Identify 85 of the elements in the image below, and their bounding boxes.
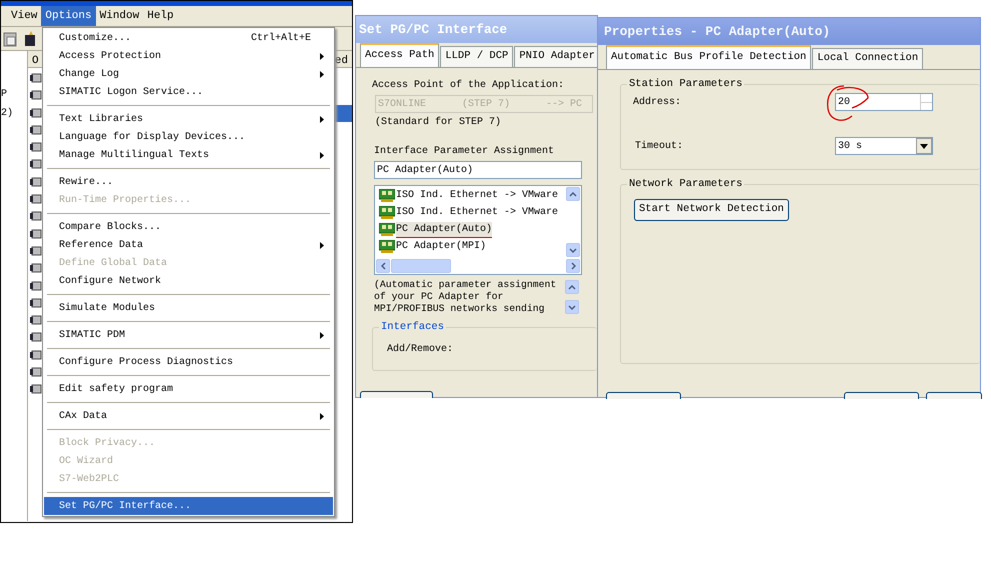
menu-item[interactable]: Change Log	[44, 65, 333, 83]
menu-item[interactable]: Access Protection	[44, 47, 333, 65]
block-icon	[30, 158, 42, 170]
menu-item[interactable]: Configure Network	[44, 272, 333, 290]
list-item[interactable]: ISO Ind. Ethernet -> VMware	[396, 205, 558, 220]
column-header[interactable]: ed	[334, 53, 348, 65]
note-text: (Standard for STEP 7)	[375, 116, 502, 130]
tab[interactable]: LLDP / DCP	[440, 46, 514, 67]
menu-item[interactable]: Edit safety program	[44, 380, 333, 398]
scroll-right-button[interactable]	[566, 259, 580, 273]
block-icon	[30, 89, 42, 102]
menu-item[interactable]: Reference Data	[44, 236, 333, 254]
block-icon	[30, 210, 42, 222]
window-title: Set PG/PC Interface	[356, 16, 597, 43]
tab[interactable]: Access Path	[360, 43, 440, 67]
block-icon	[30, 141, 42, 154]
address-spin-field[interactable]: 20	[835, 93, 933, 111]
menu-item[interactable]: View	[7, 6, 42, 26]
scroll-up-button[interactable]	[565, 280, 579, 294]
menu-item[interactable]: Configure Process Diagnostics	[44, 353, 333, 371]
field-label: Access Point of the Application:	[372, 78, 566, 93]
menu-item[interactable]: Rewire...	[44, 173, 333, 191]
menu-item[interactable]: CAx Data	[44, 407, 333, 425]
menu-item[interactable]: Compare Blocks...	[44, 218, 333, 236]
menu-item[interactable]: Text Libraries	[44, 110, 333, 128]
menu-item[interactable]: Help	[143, 6, 178, 26]
list-item[interactable]: ISO Ind. Ethernet -> VMware	[396, 188, 558, 203]
block-icon	[30, 331, 42, 344]
block-icon	[30, 280, 42, 292]
menu-item[interactable]: Options	[41, 6, 96, 26]
menu-item[interactable]: Customize... Ctrl+Alt+E	[44, 29, 333, 47]
wizard-icon[interactable]	[25, 30, 35, 46]
tree-item[interactable]: 2)	[1, 106, 27, 121]
block-icon	[30, 72, 42, 84]
scroll-left-button[interactable]	[376, 259, 390, 273]
dialog-button[interactable]	[606, 392, 681, 399]
field-label: Interface Parameter Assignment	[374, 144, 556, 159]
scroll-up-button[interactable]	[566, 187, 580, 201]
dialog-button[interactable]	[844, 392, 919, 399]
window-title: Properties - PC Adapter(Auto)	[598, 18, 980, 45]
menu-item[interactable]: Simulate Modules	[44, 299, 333, 317]
tab[interactable]: Automatic Bus Profile Detection	[606, 45, 812, 69]
menu-item[interactable]: Set PG/PC Interface...	[44, 497, 333, 515]
menu-item[interactable]: Window	[96, 6, 144, 26]
block-icon	[30, 244, 42, 257]
tab[interactable]: PNIO Adapter	[514, 46, 600, 67]
tab[interactable]: Local Connection	[812, 48, 924, 69]
network-card-icon	[379, 206, 395, 219]
block-icon	[30, 228, 42, 240]
dialog-button[interactable]	[926, 392, 982, 399]
list-item[interactable]: PC Adapter(Auto)	[396, 222, 492, 238]
network-card-icon	[379, 189, 395, 202]
timeout-dropdown[interactable]: 30 s	[835, 137, 933, 155]
interface-list[interactable]: ISO Ind. Ethernet -> VMware ISO Ind. Ethernet -> VMware PC Adapter(Auto) PC Adapter(MPI)	[374, 185, 582, 275]
menu-item[interactable]: SIMATIC Logon Service...	[44, 83, 333, 101]
description-text: (Automatic parameter assignment of your PC Adapter for MPI/PROFIBUS networks sending	[374, 279, 558, 315]
block-icon	[30, 262, 42, 274]
menu-item[interactable]: Manage Multilingual Texts	[44, 146, 333, 164]
scrollbar-thumb[interactable]	[391, 259, 451, 273]
block-icon	[30, 383, 42, 396]
block-icon	[30, 348, 42, 361]
field-label: Timeout:	[635, 140, 684, 154]
list-item[interactable]: PC Adapter(MPI)	[396, 239, 486, 254]
tree-item[interactable]: P	[1, 87, 27, 102]
start-detection-button[interactable]: Start Network Detection	[634, 199, 789, 221]
block-icon	[30, 314, 42, 326]
block-icon	[30, 366, 42, 378]
network-card-icon	[379, 240, 395, 253]
menu-item[interactable]: SIMATIC PDM	[44, 326, 333, 344]
scroll-down-button[interactable]	[566, 243, 580, 257]
paste-icon[interactable]	[3, 30, 17, 46]
shortcut-text: Ctrl+Alt+E	[250, 32, 311, 46]
assignment-field[interactable]: PC Adapter(Auto)	[374, 161, 582, 179]
column-header[interactable]: O	[32, 53, 39, 65]
block-icon	[30, 176, 42, 188]
network-card-icon	[379, 223, 395, 236]
menu-item[interactable]: Language for Display Devices...	[44, 128, 333, 146]
field-label: Address:	[633, 96, 682, 110]
dialog-button[interactable]	[360, 391, 433, 398]
block-icon	[30, 193, 42, 206]
block-icon	[30, 124, 42, 136]
field-label: Add/Remove:	[387, 342, 454, 357]
block-icon	[30, 106, 42, 119]
scroll-down-button[interactable]	[565, 300, 579, 314]
block-icon	[30, 296, 42, 309]
